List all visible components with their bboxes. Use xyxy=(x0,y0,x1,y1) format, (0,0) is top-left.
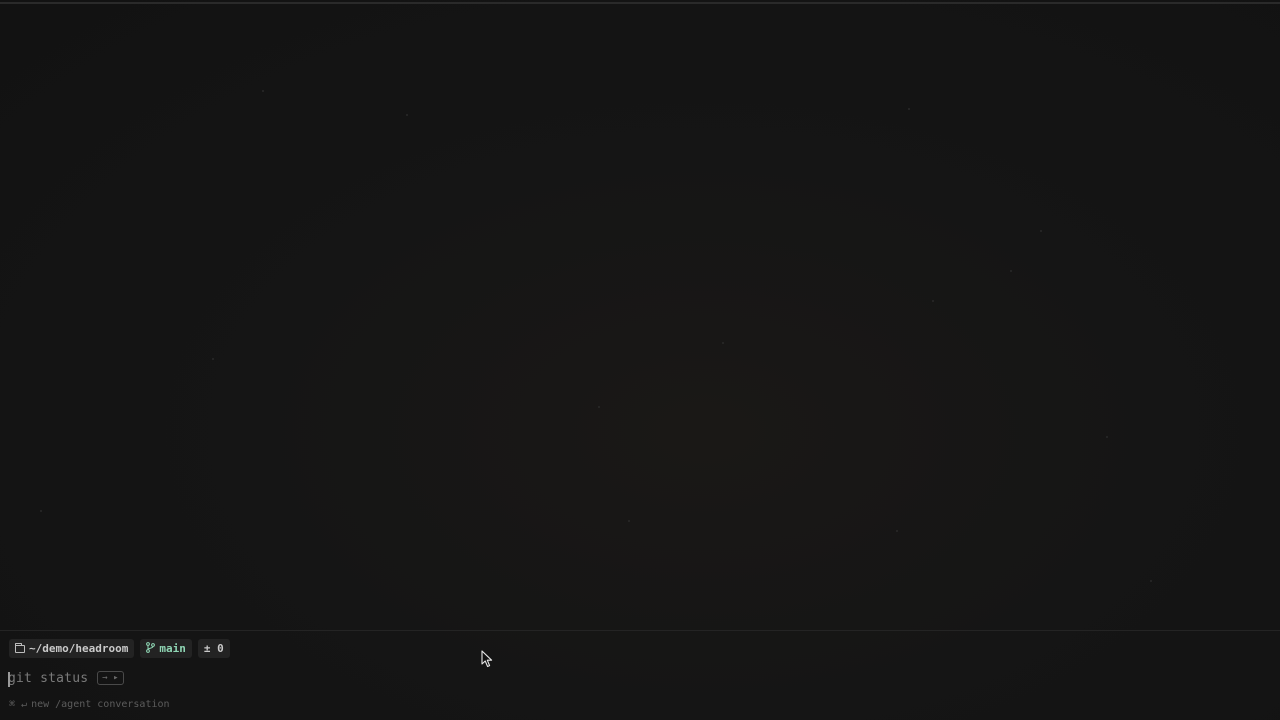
directory-label: ~/demo/headroom xyxy=(29,642,129,655)
shortcut-keys: ⌘ ↵ xyxy=(9,699,28,710)
terminal-window: ~/demo/headroom main ± 0 git status → ▸ … xyxy=(0,0,1280,720)
input-divider xyxy=(0,630,1280,631)
branch-chip[interactable]: main xyxy=(140,639,192,658)
changes-chip[interactable]: ± 0 xyxy=(197,639,230,658)
accept-suggestion-key[interactable]: → ▸ xyxy=(97,671,124,685)
command-input[interactable]: git status xyxy=(8,670,89,687)
prompt-row: git status → ▸ xyxy=(8,669,124,687)
context-bar: ~/demo/headroom main ± 0 xyxy=(9,639,230,658)
mouse-cursor-icon xyxy=(481,650,493,668)
shortcut-description: new /agent conversation xyxy=(31,699,170,710)
changes-label: ± 0 xyxy=(203,642,224,655)
branch-label: main xyxy=(159,642,186,655)
folder-icon xyxy=(15,643,25,653)
directory-chip[interactable]: ~/demo/headroom xyxy=(9,639,135,658)
text-caret xyxy=(8,671,10,687)
terminal-output-area[interactable] xyxy=(0,4,1280,630)
git-branch-icon xyxy=(146,641,156,656)
keyboard-hint: ⌘ ↵ new /agent conversation xyxy=(9,699,170,710)
autosuggestion-text: git status xyxy=(8,670,89,686)
